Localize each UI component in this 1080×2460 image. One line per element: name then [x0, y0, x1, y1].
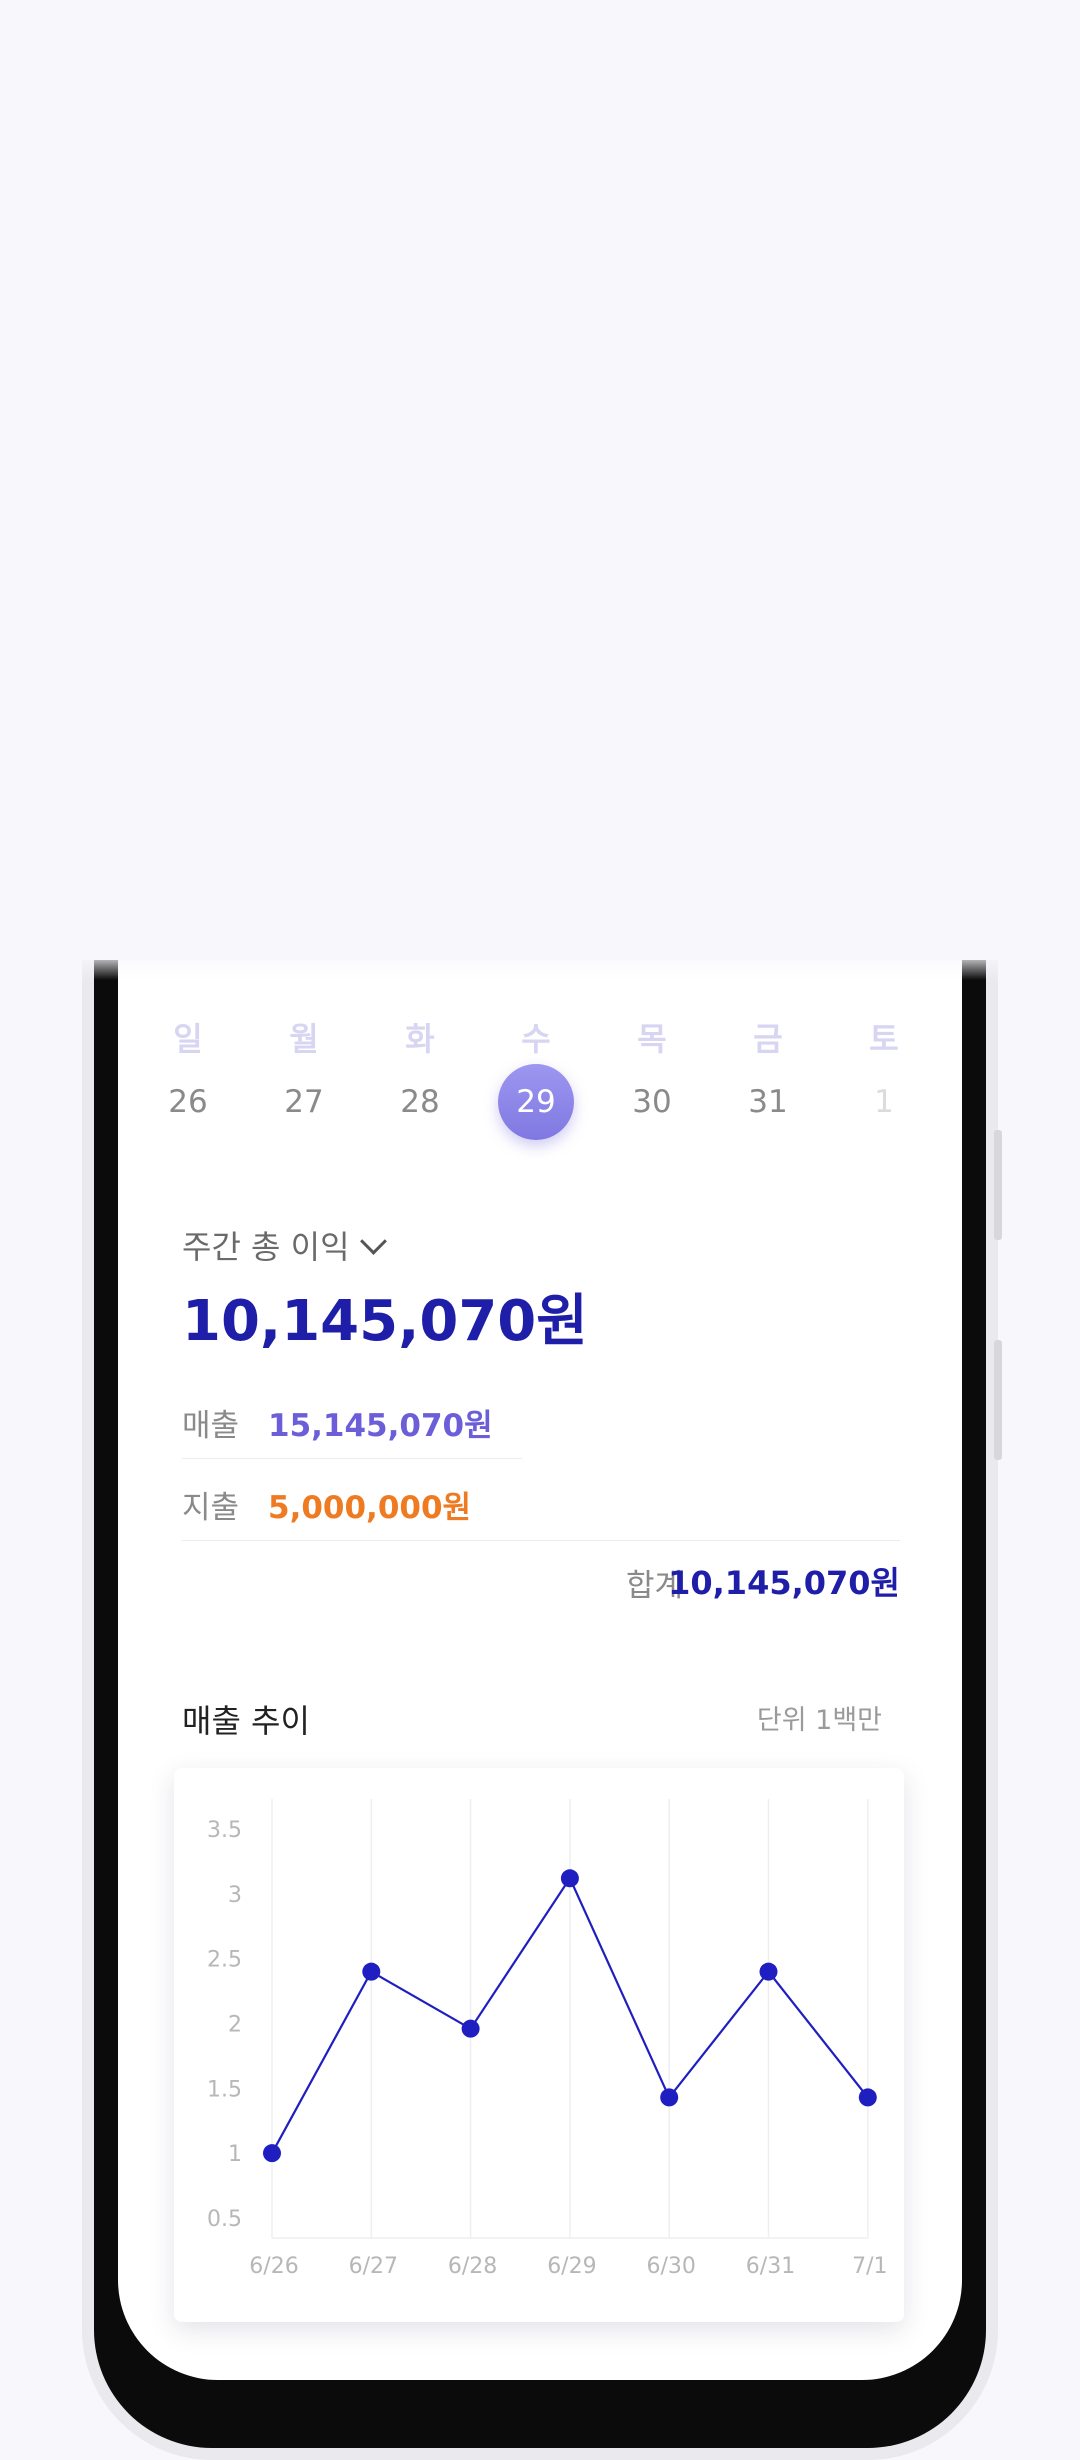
page-dot-3-active[interactable]: [589, 686, 610, 706]
weekday-wed: 수: [521, 1020, 551, 1058]
revenue-label: 매출: [182, 1408, 240, 1444]
subtitle-line-1: 일일 위판시세에 따른 매출과 각종 지출,: [224, 494, 856, 538]
line-chart-svg: 3.5 3 2.5 2 1.5 1 0.5 6/26 6/27 6/28 6/29 6/30 6/31 7…: [207, 1799, 888, 2279]
subtitle-line-2: 총 이익을 시각화하여 제공합니다.: [271, 558, 809, 602]
data-point: [759, 1962, 778, 1981]
page-indicator: [0, 686, 1080, 710]
onboarding-headline: 한 눈에 보는 내 사업성과: [0, 210, 1080, 442]
x-tick-label: 6/29: [547, 2254, 596, 2279]
date-cell[interactable]: 26: [148, 1082, 228, 1122]
phone-screen: 일 월 화 수 목 금 토 26 27 28 29 30 31 1 주간 총 이…: [118, 960, 962, 2380]
period-selector[interactable]: 주간 총 이익: [182, 1222, 387, 1268]
weekday-sat: 토: [869, 1020, 899, 1058]
expense-label: 지출: [182, 1490, 240, 1526]
weekday-thu: 목: [637, 1020, 667, 1058]
divider: [182, 1540, 900, 1541]
x-tick-label: 6/31: [746, 2254, 795, 2279]
date-cell[interactable]: 31: [728, 1082, 808, 1122]
data-point: [461, 2019, 480, 2038]
unit-label: 단위 1백만: [756, 1705, 882, 1736]
page-dot-2[interactable]: [530, 686, 550, 706]
onboarding-subtitle: 일일 위판시세에 따른 매출과 각종 지출, 총 이익을 시각화하여 제공합니다…: [0, 484, 1080, 612]
date-cell[interactable]: 30: [612, 1082, 692, 1122]
data-point: [263, 2144, 281, 2163]
data-point: [660, 2088, 679, 2107]
weekday-fri: 금: [753, 1020, 783, 1058]
y-tick-label: 2.5: [207, 1948, 242, 1973]
date-cell[interactable]: 27: [264, 1082, 344, 1122]
x-tick-label: 6/27: [349, 2254, 398, 2279]
y-tick-label: 1.5: [207, 2077, 242, 2102]
x-tick-label: 6/28: [448, 2254, 497, 2279]
date-cell-next-month[interactable]: 1: [844, 1082, 924, 1122]
chevron-down-icon: [359, 1227, 387, 1255]
revenue-value: 15,145,070원: [268, 1408, 493, 1444]
headline-line-1: 한 눈에 보는: [328, 221, 752, 314]
phone-volume-button: [994, 1130, 1002, 1240]
period-label: 주간 총 이익: [182, 1228, 350, 1266]
revenue-trend-chart: 3.5 3 2.5 2 1.5 1 0.5 6/26 6/27 6/28 6/29 6/30 6/31 7…: [174, 1768, 904, 2322]
x-tick-label: 6/30: [646, 2254, 695, 2279]
phone-power-button: [994, 1340, 1002, 1460]
weekday-sun: 일: [173, 1020, 203, 1058]
date-cell[interactable]: 28: [380, 1082, 460, 1122]
y-tick-label: 3.5: [207, 1818, 242, 1843]
x-tick-label: 6/26: [249, 2254, 298, 2279]
data-point: [560, 1869, 579, 1888]
weekday-mon: 월: [289, 1020, 319, 1058]
total-profit-amount: 10,145,070원: [182, 1289, 588, 1354]
x-tick-label: 7/1: [852, 2254, 887, 2279]
y-tick-label: 0.5: [207, 2207, 242, 2232]
data-point: [858, 2088, 877, 2107]
revenue-trend-title: 매출 추이: [182, 1702, 310, 1740]
divider: [182, 1458, 522, 1459]
page-dot-1[interactable]: [470, 686, 491, 706]
headline-line-2: 내 사업성과: [342, 337, 738, 430]
y-tick-label: 3: [228, 1883, 242, 1908]
data-point: [362, 1962, 381, 1981]
y-tick-label: 2: [228, 2013, 242, 2038]
expense-value: 5,000,000원: [268, 1490, 472, 1526]
weekday-tue: 화: [405, 1020, 435, 1058]
y-tick-label: 1: [228, 2142, 242, 2167]
date-cell-selected[interactable]: 29: [498, 1064, 574, 1140]
sum-value: 10,145,070원: [668, 1564, 900, 1602]
